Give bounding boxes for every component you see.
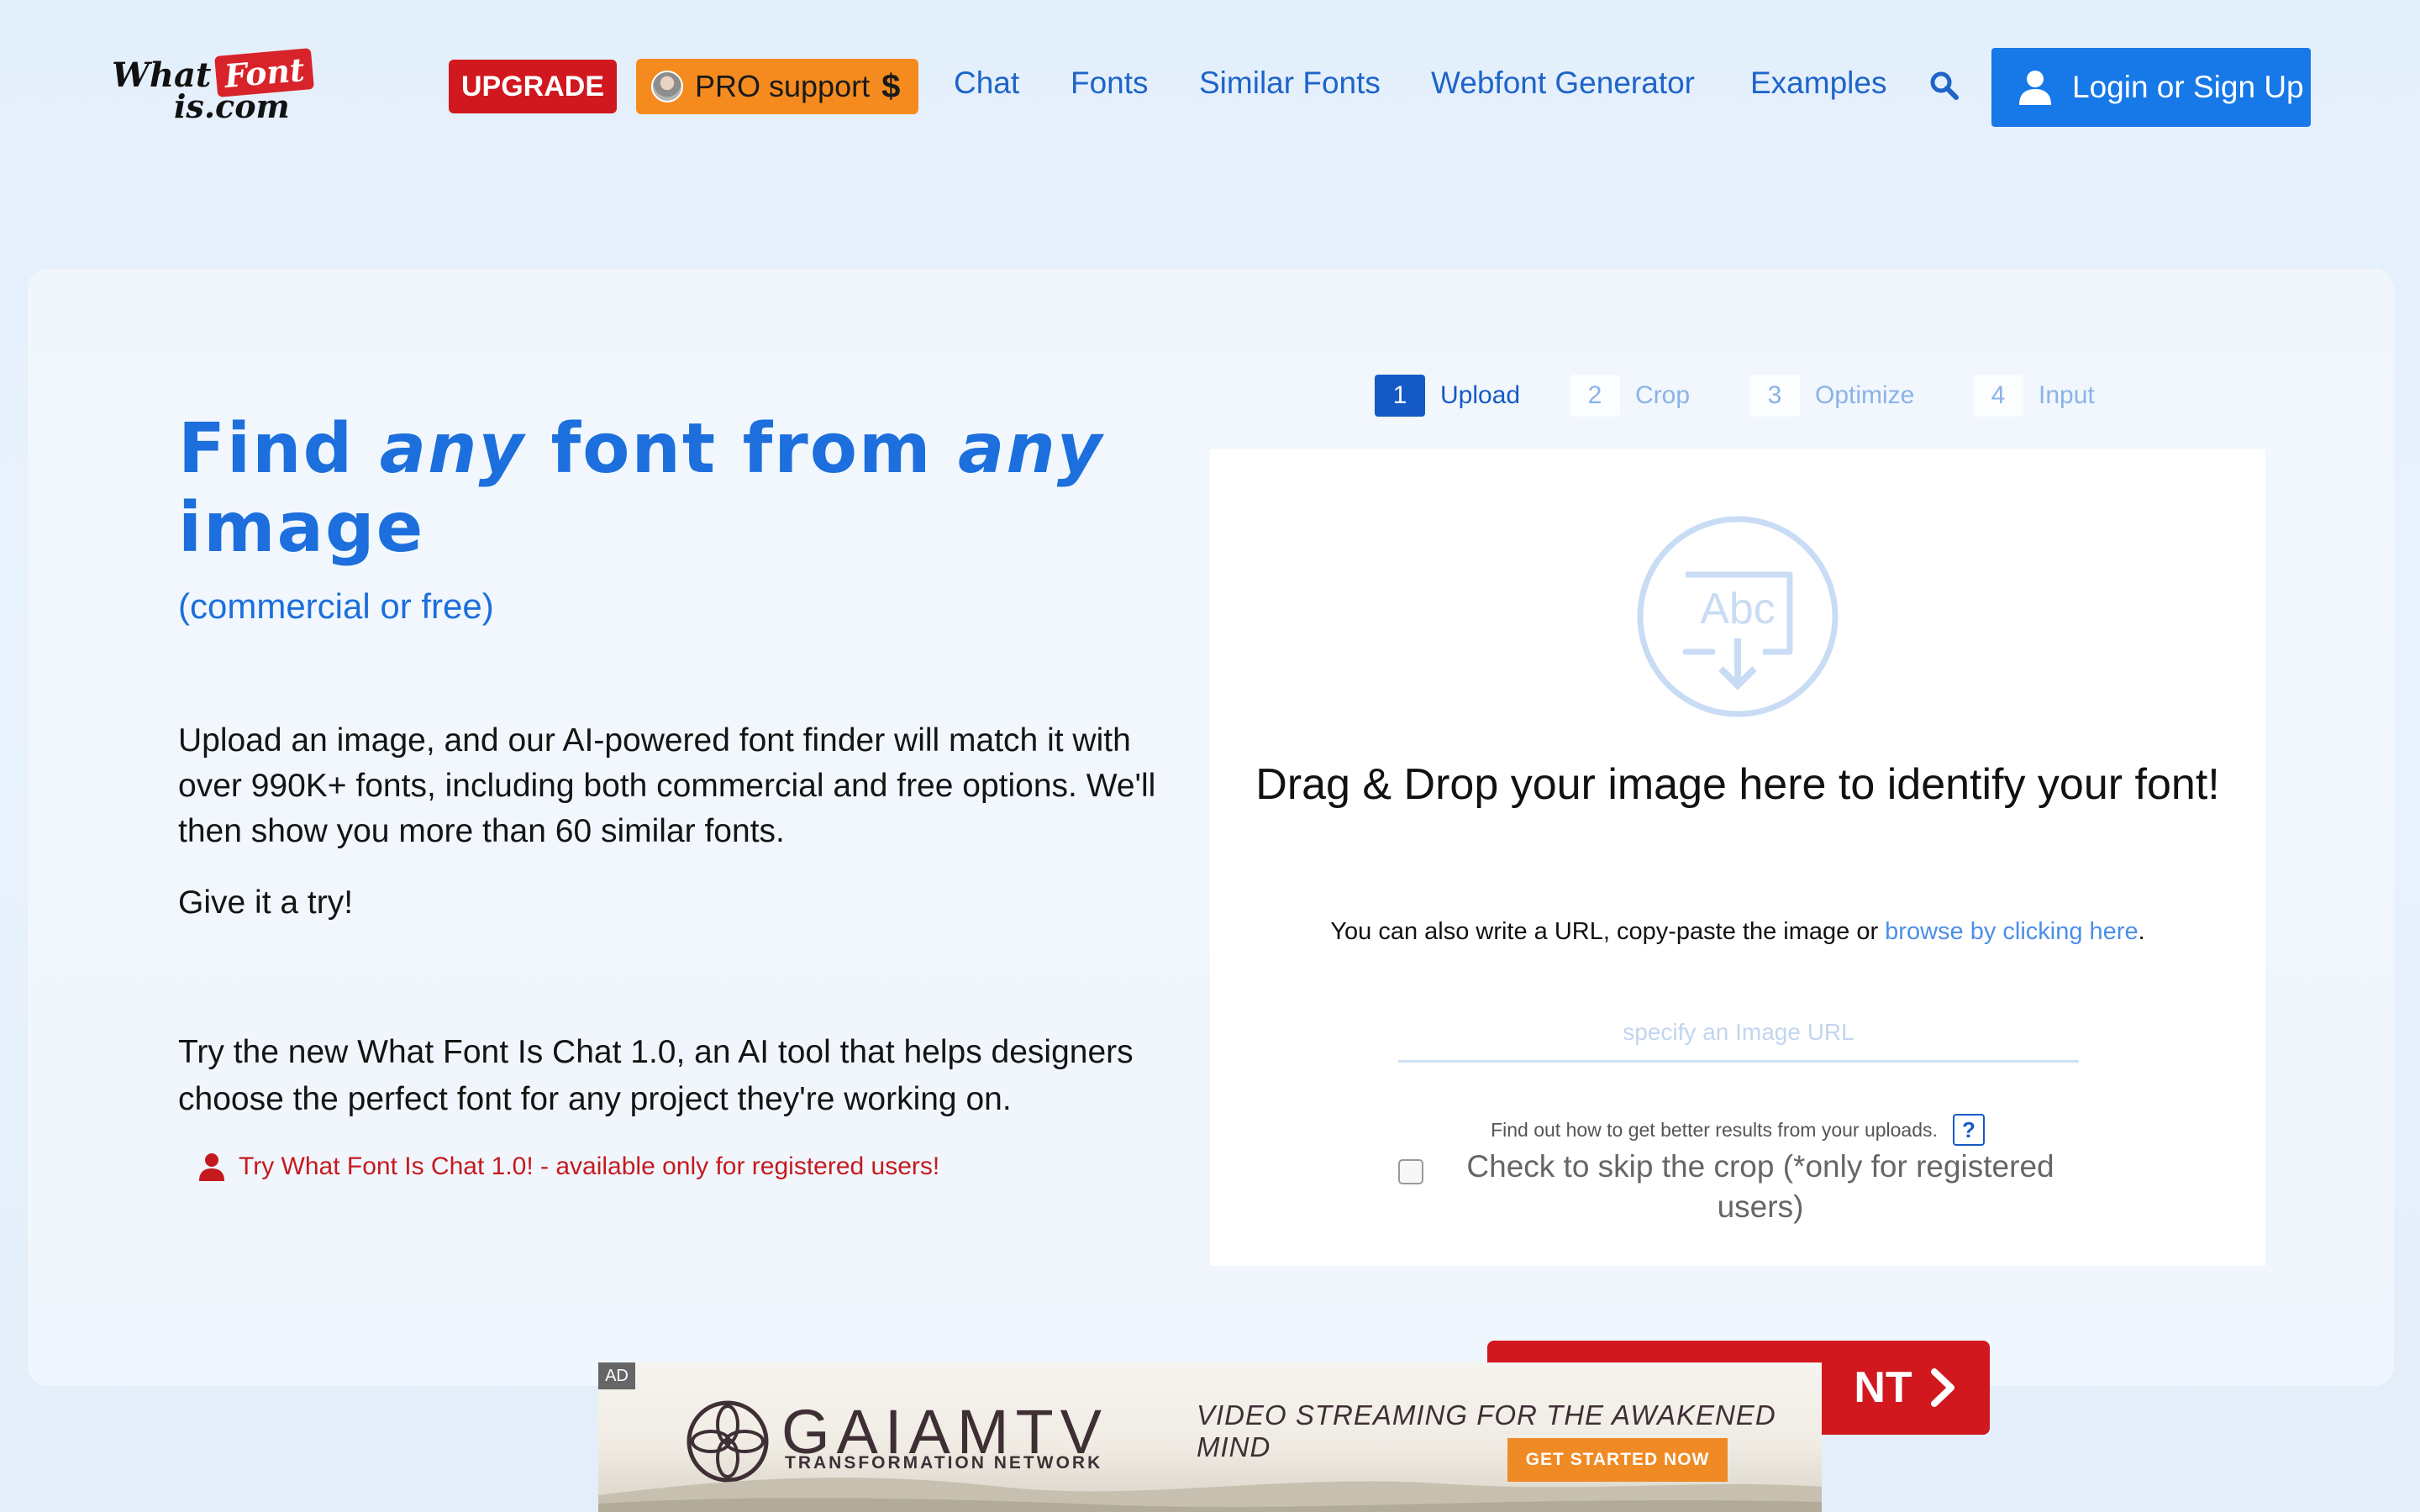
step-number: 2 <box>1570 375 1620 417</box>
pro-support-button[interactable]: PRO support $ <box>636 59 918 114</box>
alternate-upload-text: You can also write a URL, copy-paste the… <box>1330 918 2145 945</box>
chat-description: Try the new What Font Is Chat 1.0, an AI… <box>178 1034 1134 1117</box>
step-crop: 2 Crop <box>1570 375 1690 417</box>
pro-support-label: PRO support <box>695 69 871 103</box>
step-number: 4 <box>1973 375 2023 417</box>
search-icon[interactable] <box>1929 71 1960 101</box>
upload-tips: Find out how to get better results from … <box>1210 1114 2265 1146</box>
identify-font-label: NT <box>1854 1363 1912 1412</box>
step-optimize: 3 Optimize <box>1749 375 1914 417</box>
site-logo[interactable]: What Font is.com <box>112 48 315 128</box>
gaiamtv-ad-banner[interactable]: AD GAIAMTV TRANSFORMATION NETWORK VIDEO … <box>598 1362 1822 1512</box>
tips-text: Find out how to get better results from … <box>1491 1118 1938 1141</box>
dropzone-title: Drag & Drop your image here to identify … <box>1255 760 2220 809</box>
nav-chat-link[interactable]: Chat <box>954 66 1019 101</box>
intro-text: Upload an image, and our AI-powered font… <box>178 722 1156 849</box>
ad-landscape <box>598 1478 1822 1512</box>
step-label: Crop <box>1635 381 1691 409</box>
hero-title: Find any font from any image <box>178 409 1104 568</box>
skip-crop-label[interactable]: Check to skip the crop (*only for regist… <box>1437 1147 2084 1227</box>
nav-examples-link[interactable]: Examples <box>1750 66 1886 101</box>
svg-text:Abc: Abc <box>1700 585 1776 633</box>
upgrade-button[interactable]: UPGRADE <box>449 60 617 113</box>
user-icon <box>199 1153 224 1181</box>
upload-image-icon: Abc <box>1637 516 1839 717</box>
help-icon[interactable]: ? <box>1952 1114 1985 1146</box>
logo-word-iscom: is.com <box>174 87 290 125</box>
login-label: Login or Sign Up <box>2072 70 2304 104</box>
dollar-icon: $ <box>881 67 901 105</box>
support-avatar <box>651 71 683 102</box>
try-chat-label: Try What Font Is Chat 1.0! - available o… <box>239 1152 940 1180</box>
nav-fonts-link[interactable]: Fonts <box>1071 66 1149 101</box>
hero-subtitle: (commercial or free) <box>178 586 494 626</box>
nav-webfont-generator-link[interactable]: Webfont Generator <box>1431 66 1695 101</box>
skip-crop-checkbox[interactable] <box>1398 1159 1423 1184</box>
ad-label: AD <box>598 1362 635 1389</box>
login-signup-button[interactable]: Login or Sign Up <box>1991 48 2311 127</box>
chevron-right-icon <box>1930 1368 1954 1407</box>
step-label: Input <box>2039 381 2095 409</box>
browse-link[interactable]: browse by clicking here <box>1885 918 2138 945</box>
try-chat-link[interactable]: Try What Font Is Chat 1.0! - available o… <box>198 1152 939 1181</box>
step-number: 1 <box>1375 375 1425 417</box>
nav-similar-fonts-link[interactable]: Similar Fonts <box>1199 66 1381 101</box>
step-label: Optimize <box>1815 381 1915 409</box>
image-url-input[interactable] <box>1398 1004 2079 1063</box>
step-number: 3 <box>1749 375 1800 417</box>
step-label: Upload <box>1440 381 1521 409</box>
try-text: Give it a try! <box>178 885 354 921</box>
step-input: 4 Input <box>1973 375 2095 417</box>
step-upload: 1 Upload <box>1375 375 1520 417</box>
user-icon <box>2019 71 2051 105</box>
